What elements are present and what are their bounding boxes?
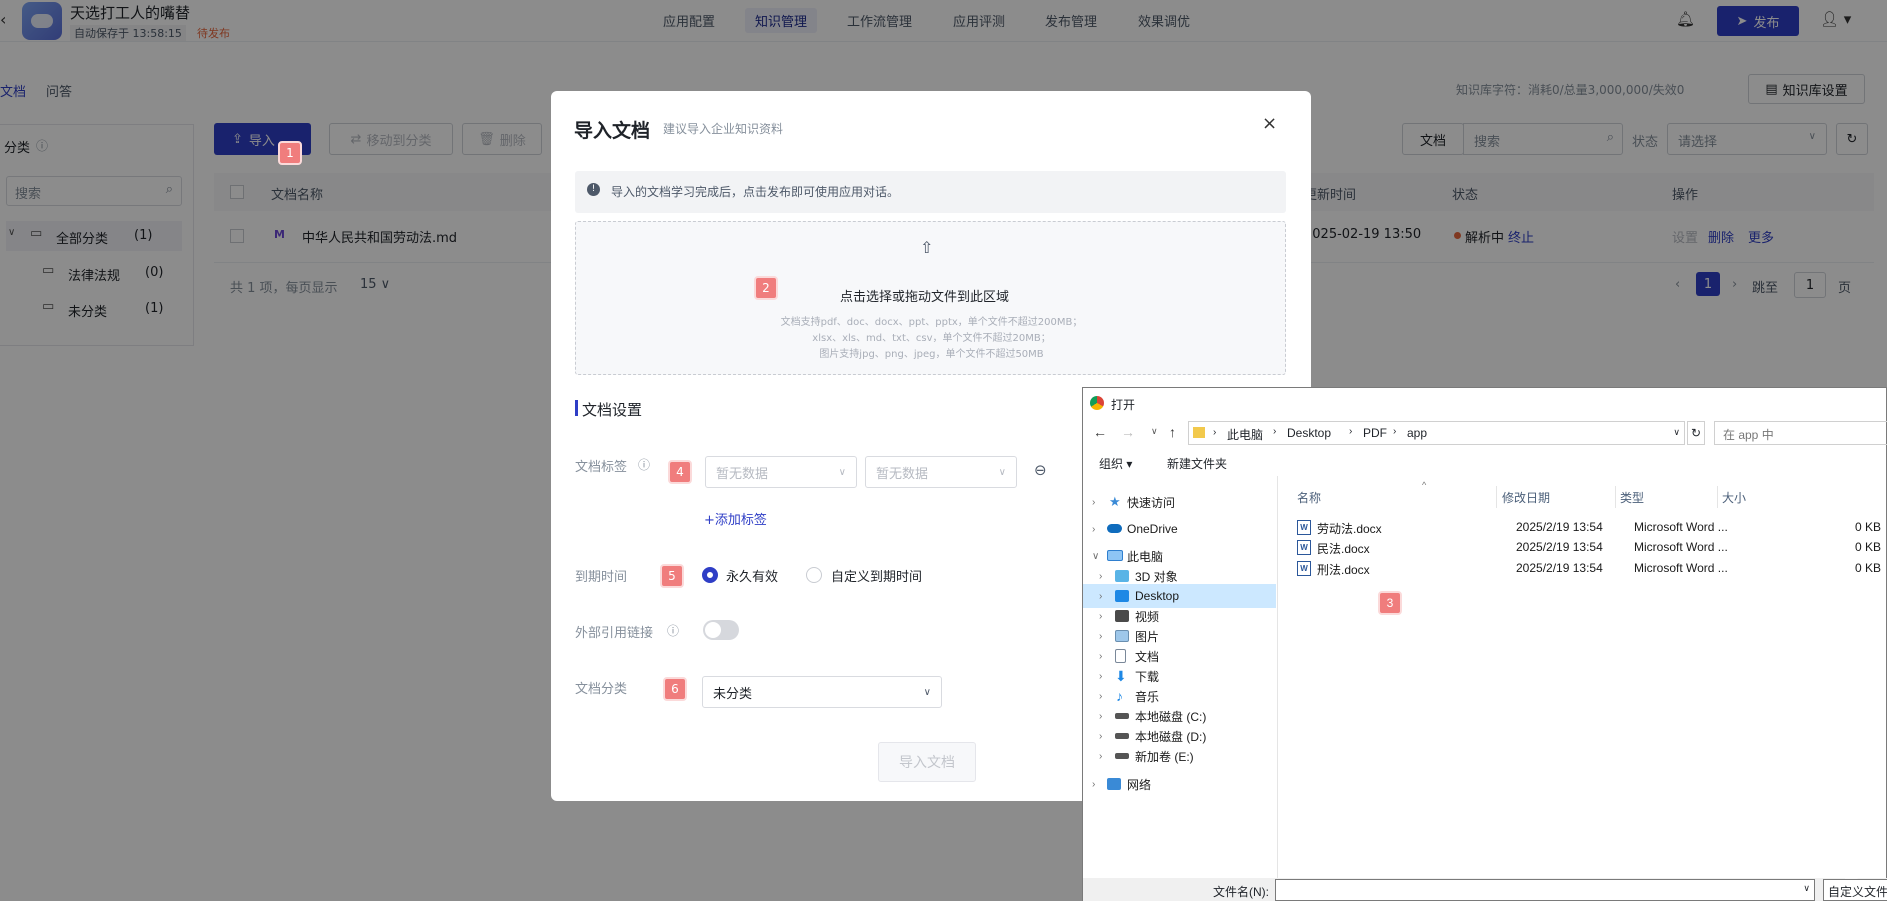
modal-subtitle: 建议导入企业知识资料	[663, 122, 784, 136]
add-tag-link[interactable]: +添加标签	[704, 509, 767, 528]
external-ref-label: 外部引用链接	[575, 626, 654, 641]
desktop-icon	[1115, 590, 1129, 602]
recent-chevron-icon[interactable]: ∨	[1151, 426, 1158, 437]
col-date[interactable]: 修改日期	[1502, 489, 1550, 506]
organize-menu[interactable]: 组织 ▾	[1099, 455, 1132, 472]
crumb-pdf[interactable]: PDF	[1363, 426, 1387, 440]
tree-item-disk-e[interactable]: › 新加卷 (E:)	[1083, 744, 1276, 768]
nav-tree: › ★ 快速访问 › OneDrive ∨ 此电脑 › 3D 对象 › Desktop › 视…	[1083, 476, 1278, 901]
modal-title: 导入文档	[574, 120, 651, 142]
tree-item-network[interactable]: › 网络	[1083, 772, 1276, 796]
upload-dropzone[interactable]: ⇧ 点击选择或拖动文件到此区域 文档支持pdf、doc、docx、ppt、ppt…	[575, 221, 1286, 375]
file-list-header: 名称 修改日期 类型 大小	[1280, 486, 1887, 508]
col-size[interactable]: 大小	[1722, 489, 1746, 506]
file-open-dialog: 打开 ← → ∨ ↑ › 此电脑 › Desktop › PDF › app ∨…	[1082, 387, 1887, 901]
expire-custom-radio[interactable]	[806, 567, 822, 583]
back-arrow-icon[interactable]: ←	[1093, 424, 1107, 440]
filename-label: 文件名(N):	[1213, 885, 1269, 899]
category-label: 文档分类	[575, 682, 628, 697]
dialog-titlebar: 打开	[1083, 388, 1887, 418]
tag-value-select[interactable]: 暂无数据 ∨	[865, 456, 1017, 488]
marker-6: 6	[663, 677, 687, 701]
notice-bar: ! 导入的文档学习完成后，点击发布即可使用应用对话。	[575, 171, 1286, 213]
expire-custom-label: 自定义到期时间	[831, 570, 923, 585]
tree-item-quick-access[interactable]: › ★ 快速访问	[1083, 490, 1276, 514]
tag-key-select[interactable]: 暂无数据 ∨	[705, 456, 857, 488]
command-bar: 组织 ▾ 新建文件夹	[1083, 448, 1887, 476]
refresh-icon[interactable]: ↻	[1687, 421, 1705, 445]
chevron-down-icon: ∨	[923, 686, 931, 698]
upload-hint-2: xlsx、xls、md、txt、csv，单个文件不超过20MB；	[812, 333, 1051, 344]
close-icon[interactable]: ×	[1262, 113, 1277, 134]
expire-permanent-radio[interactable]	[702, 567, 718, 583]
music-icon: ♪	[1116, 688, 1123, 704]
remove-tag-icon[interactable]: ⊖	[1034, 461, 1047, 479]
category-select[interactable]: 未分类 ∨	[702, 676, 942, 708]
network-icon	[1107, 778, 1121, 790]
chevron-down-icon[interactable]: ∨	[1673, 427, 1680, 438]
filetype-select[interactable]: 自定义文件	[1823, 879, 1887, 901]
marker-1: 1	[278, 141, 302, 165]
crumb-desktop[interactable]: Desktop	[1287, 426, 1331, 440]
marker-3: 3	[1378, 591, 1402, 615]
filename-row: 文件名(N): ∨ 自定义文件	[1083, 878, 1887, 901]
help-icon: ⓘ	[667, 624, 680, 638]
file-row[interactable]: W 刑法.docx 2025/2/19 13:54 Microsoft Word…	[1297, 558, 1887, 578]
new-folder-button[interactable]: 新建文件夹	[1167, 455, 1227, 472]
crumb-app[interactable]: app	[1407, 426, 1427, 440]
upload-main-text: 点击选择或拖动文件到此区域	[840, 290, 1010, 305]
col-name[interactable]: 名称	[1297, 489, 1321, 506]
marker-5: 5	[660, 564, 684, 588]
forward-arrow-icon[interactable]: →	[1121, 424, 1135, 440]
word-doc-icon: W	[1297, 561, 1311, 576]
word-doc-icon: W	[1297, 520, 1311, 535]
dialog-title: 打开	[1111, 398, 1136, 412]
word-doc-icon: W	[1297, 540, 1311, 555]
expire-permanent-label: 永久有效	[726, 570, 779, 585]
col-type[interactable]: 类型	[1620, 489, 1644, 506]
up-arrow-icon[interactable]: ↑	[1169, 424, 1176, 440]
disk-icon	[1115, 733, 1129, 739]
marker-2: 2	[754, 276, 778, 300]
tree-item-onedrive[interactable]: › OneDrive	[1083, 517, 1276, 541]
disk-icon	[1115, 713, 1129, 719]
info-icon: !	[587, 183, 600, 196]
cloud-icon	[1107, 524, 1122, 533]
watermark: 掘金技术社区 @ 不惑_	[1614, 851, 1858, 879]
external-ref-toggle[interactable]	[703, 620, 739, 640]
file-row[interactable]: W 劳动法.docx 2025/2/19 13:54 Microsoft Wor…	[1297, 517, 1887, 537]
upload-hint-3: 图片支持jpg、png、jpeg，单个文件不超过50MB	[819, 349, 1044, 360]
notice-text: 导入的文档学习完成后，点击发布即可使用应用对话。	[611, 185, 900, 199]
star-icon: ★	[1109, 494, 1121, 509]
expire-label: 到期时间	[575, 570, 628, 585]
picture-icon	[1115, 630, 1129, 642]
filename-input[interactable]: ∨	[1275, 879, 1815, 901]
chevron-down-icon: ∨	[998, 466, 1006, 478]
upload-hint-1: 文档支持pdf、doc、docx、ppt、pptx，单个文件不超过200MB；	[780, 317, 1083, 328]
section-title: 文档设置	[582, 401, 643, 419]
import-submit-button[interactable]: 导入文档	[878, 742, 976, 782]
chevron-down-icon: ∨	[838, 466, 846, 478]
upload-icon: ⇧	[920, 238, 934, 257]
disk-icon	[1115, 753, 1129, 759]
video-icon	[1115, 610, 1129, 622]
address-row: ← → ∨ ↑ › 此电脑 › Desktop › PDF › app ∨ ↻ …	[1083, 418, 1887, 448]
tag-label: 文档标签	[575, 460, 628, 475]
document-icon	[1115, 649, 1126, 663]
pc-icon	[1107, 550, 1123, 561]
dialog-search-input[interactable]: 在 app 中	[1714, 421, 1887, 445]
cube-icon	[1115, 570, 1129, 582]
section-accent	[575, 400, 578, 416]
chrome-icon	[1090, 396, 1104, 410]
folder-icon	[1193, 427, 1205, 438]
address-bar[interactable]: › 此电脑 › Desktop › PDF › app ∨	[1188, 421, 1685, 445]
marker-4: 4	[668, 460, 692, 484]
crumb-this-pc[interactable]: 此电脑	[1227, 426, 1263, 443]
download-icon: ⬇	[1115, 668, 1127, 684]
file-row[interactable]: W 民法.docx 2025/2/19 13:54 Microsoft Word…	[1297, 537, 1887, 557]
chevron-down-icon: ∨	[1803, 883, 1810, 893]
help-icon: ⓘ	[638, 458, 651, 472]
